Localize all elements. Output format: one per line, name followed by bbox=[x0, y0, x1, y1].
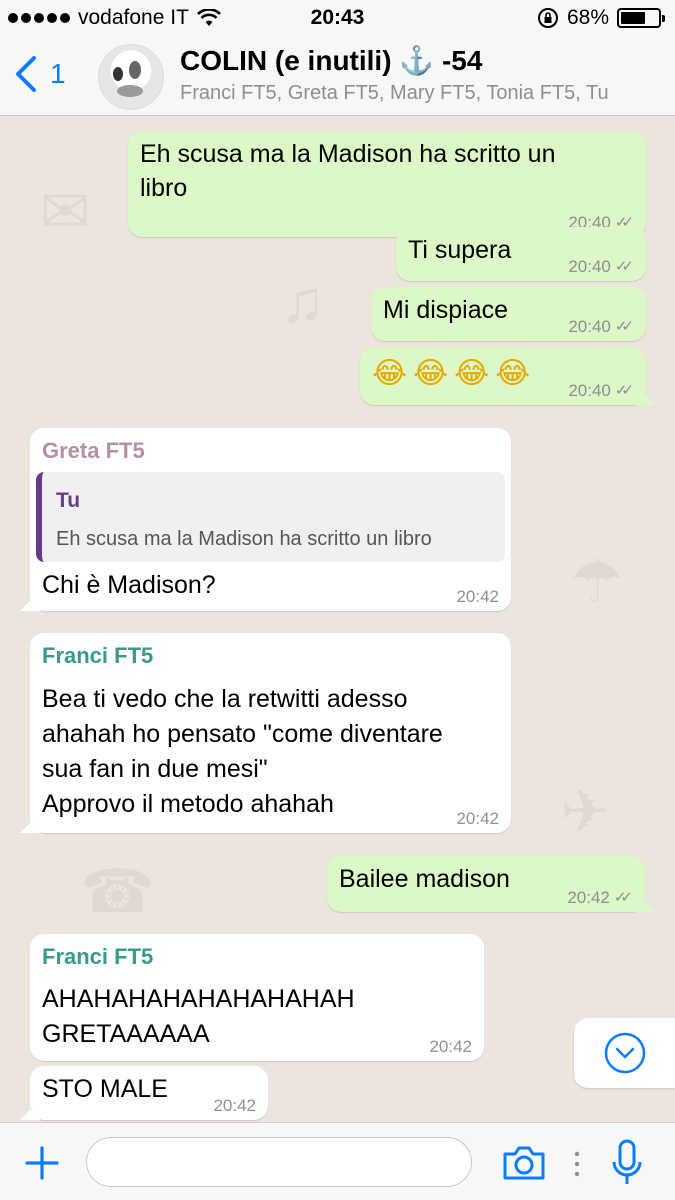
more-options-button[interactable] bbox=[570, 1149, 584, 1179]
camera-button[interactable] bbox=[500, 1141, 548, 1185]
quote-author: Tu bbox=[56, 489, 81, 512]
unread-count: 1 bbox=[50, 58, 66, 89]
sender-name: Franci FT5 bbox=[42, 643, 154, 668]
message-text: Ti supera bbox=[408, 236, 512, 264]
group-members[interactable]: Franci FT5, Greta FT5, Mary FT5, Tonia F… bbox=[180, 82, 609, 105]
message-meta: 20:42 bbox=[456, 809, 499, 829]
scroll-down-icon bbox=[604, 1032, 645, 1074]
message-meta: 20:42 ✓✓ bbox=[567, 888, 633, 908]
message-emoji: 😂😂😂😂 bbox=[372, 356, 537, 391]
wallpaper-doodle: ☎ bbox=[80, 858, 155, 925]
microphone-icon bbox=[612, 1139, 642, 1184]
message-time: 20:42 bbox=[429, 1037, 472, 1056]
message-meta: 20:42 bbox=[429, 1037, 472, 1057]
message-incoming[interactable]: Greta FT5 Tu Eh scusa ma la Madison ha s… bbox=[30, 428, 511, 611]
message-outgoing[interactable]: Eh scusa ma la Madison ha scritto un lib… bbox=[128, 131, 646, 237]
message-meta: 20:42 bbox=[213, 1096, 256, 1116]
message-text: Mi dispiace bbox=[383, 296, 509, 324]
message-time: 20:42 bbox=[567, 888, 610, 907]
message-text: Chi è Madison? bbox=[42, 571, 216, 599]
message-meta: 20:42 bbox=[456, 587, 499, 607]
battery-percent: 68% bbox=[566, 6, 609, 29]
orientation-lock-icon bbox=[537, 8, 558, 28]
wallpaper-doodle: ✈ bbox=[560, 778, 611, 845]
status-right: 68% bbox=[537, 6, 665, 30]
read-ticks-icon: ✓✓ bbox=[614, 382, 634, 399]
message-meta: 20:40 ✓✓ bbox=[568, 257, 634, 277]
back-button[interactable]: 1 bbox=[12, 54, 66, 94]
message-text: sua fan in due mesi" bbox=[42, 755, 268, 783]
read-ticks-icon: ✓✓ bbox=[613, 889, 633, 906]
message-time: 20:40 bbox=[568, 317, 611, 336]
message-outgoing[interactable]: 😂😂😂😂 20:40 ✓✓ bbox=[360, 347, 646, 405]
message-time: 20:42 bbox=[213, 1096, 256, 1115]
battery-icon bbox=[617, 8, 665, 28]
message-outgoing[interactable]: Bailee madison 20:42 ✓✓ bbox=[327, 856, 645, 912]
message-text: Eh scusa ma la Madison ha scritto un bbox=[140, 140, 556, 168]
message-text: Bea ti vedo che la retwitti adesso bbox=[42, 685, 408, 713]
message-time: 20:42 bbox=[456, 809, 499, 828]
message-time: 20:40 bbox=[568, 381, 611, 400]
message-text: STO MALE bbox=[42, 1075, 168, 1103]
group-avatar[interactable] bbox=[98, 44, 164, 110]
voice-message-button[interactable] bbox=[606, 1137, 648, 1189]
sender-name: Greta FT5 bbox=[42, 438, 145, 463]
message-text: Approvo il metodo ahahah bbox=[42, 790, 334, 818]
back-chevron-icon bbox=[16, 56, 36, 92]
message-incoming[interactable]: STO MALE 20:42 bbox=[30, 1066, 268, 1120]
quoted-message[interactable]: Tu Eh scusa ma la Madison ha scritto un … bbox=[36, 472, 505, 562]
message-outgoing[interactable]: Mi dispiace 20:40 ✓✓ bbox=[371, 287, 646, 341]
message-input[interactable] bbox=[86, 1137, 472, 1187]
scroll-to-bottom-button[interactable] bbox=[574, 1018, 675, 1088]
message-time: 20:40 bbox=[568, 257, 611, 276]
battery-fill bbox=[621, 12, 646, 24]
message-incoming[interactable]: Franci FT5 Bea ti vedo che la retwitti a… bbox=[30, 633, 511, 833]
group-name[interactable]: COLIN (e inutili) ⚓️ -54 bbox=[180, 44, 482, 77]
camera-icon bbox=[503, 1146, 545, 1180]
message-text: libro bbox=[140, 174, 188, 202]
message-text: Bailee madison bbox=[339, 865, 510, 893]
wallpaper-doodle: ✉ bbox=[40, 178, 91, 245]
read-ticks-icon: ✓✓ bbox=[614, 258, 634, 275]
message-text: AHAHAHAHAHAHAHAHAH bbox=[42, 985, 355, 1013]
wallpaper-doodle: ☂ bbox=[570, 548, 624, 615]
status-bar: vodafone IT 20:43 68% bbox=[0, 0, 675, 36]
chat-area[interactable]: ✉ ♫ ☂ ✈ ☎ Eh scusa ma la Madison ha scri… bbox=[0, 117, 675, 1122]
sender-name: Franci FT5 bbox=[42, 944, 154, 969]
message-time: 20:42 bbox=[456, 587, 499, 606]
message-text: ahahah ho pensato "come diventare bbox=[42, 720, 443, 748]
message-outgoing[interactable]: Ti supera 20:40 ✓✓ bbox=[396, 227, 646, 281]
message-incoming[interactable]: Franci FT5 AHAHAHAHAHAHAHAHAH GRETAAAAAA… bbox=[30, 934, 484, 1061]
quote-text: Eh scusa ma la Madison ha scritto un lib… bbox=[56, 528, 432, 550]
chat-header: 1 COLIN (e inutili) ⚓️ -54 Franci FT5, G… bbox=[0, 36, 675, 116]
read-ticks-icon: ✓✓ bbox=[614, 318, 634, 335]
input-bar bbox=[0, 1122, 675, 1200]
attach-button[interactable] bbox=[22, 1143, 62, 1183]
message-text: GRETAAAAAA bbox=[42, 1020, 210, 1048]
message-meta: 20:40 ✓✓ bbox=[568, 381, 634, 401]
message-meta: 20:40 ✓✓ bbox=[568, 317, 634, 337]
plus-icon bbox=[25, 1146, 59, 1180]
dots-icon bbox=[574, 1151, 580, 1177]
wallpaper-doodle: ♫ bbox=[280, 268, 325, 335]
